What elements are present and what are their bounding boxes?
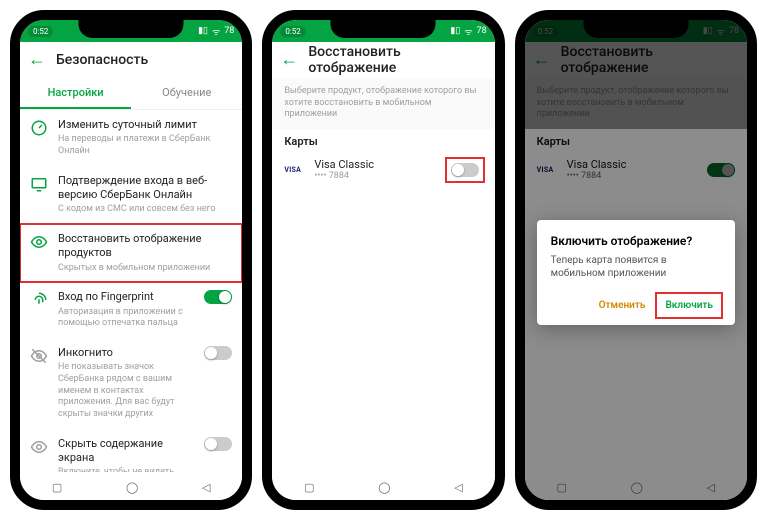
row-title: Изменить суточный лимит (58, 118, 232, 132)
app-bar: ← Восстановить отображение (272, 42, 494, 78)
wifi-icon: ᯤ (212, 25, 220, 38)
fingerprint-icon (30, 291, 48, 309)
row-title: Вход по Fingerprint (58, 290, 194, 304)
toggle-incognito[interactable] (204, 346, 232, 360)
row-subtitle: Скрытых в мобильном приложении (58, 263, 232, 275)
row-subtitle: На переводы и платежи в СберБанк Онлайн (58, 134, 232, 157)
row-hide-screen[interactable]: Скрыть содержание экрана Включите, чтобы… (20, 429, 242, 472)
toggle-fingerprint[interactable] (204, 290, 232, 304)
battery-icon: 78 (224, 26, 234, 36)
back-arrow-icon[interactable]: ← (28, 51, 46, 69)
eye-off-icon (30, 347, 48, 365)
signal-icon: ▮▯ (198, 26, 208, 36)
eye-icon (30, 233, 48, 251)
status-time: 0:52 (280, 26, 305, 37)
notch (331, 20, 436, 38)
phone-screen-3: 0:52 ▮▯ ᯤ 78 ← Восстановить отображение … (515, 10, 757, 510)
page-title: Восстановить отображение (308, 44, 486, 76)
confirm-button[interactable]: Включить (657, 294, 721, 317)
nav-back-icon[interactable]: ◁ (454, 481, 462, 494)
dialog-body: Теперь карта появится в мобильном прилож… (551, 254, 721, 280)
monitor-icon (30, 175, 48, 193)
dialog-title: Включить отображение? (551, 234, 721, 248)
row-incognito[interactable]: Инкогнито Не показывать значок СберБанка… (20, 338, 242, 429)
section-cards: Карты (272, 129, 494, 150)
row-title: Инкогнито (58, 346, 194, 360)
toggle-card-visibility[interactable] (451, 163, 479, 177)
signal-icon: ▮▯ (450, 26, 460, 36)
cancel-button[interactable]: Отменить (591, 294, 654, 317)
notch (79, 20, 184, 38)
row-restore-products[interactable]: Восстановить отображение продуктов Скрыт… (20, 224, 242, 282)
app-bar: ← Безопасность (20, 42, 242, 78)
row-subtitle: Не показывать значок СберБанка рядом с в… (58, 362, 194, 420)
nav-recent-icon[interactable]: ▢ (52, 481, 62, 494)
android-nav: ▢ ◯ ◁ (272, 474, 494, 500)
row-title: Восстановить отображение продуктов (58, 232, 232, 261)
row-title: Подтверждение входа в веб-версию СберБан… (58, 174, 232, 203)
card-number: •••• 7884 (314, 171, 436, 181)
row-subtitle: Авторизация в приложении с помощью отпеч… (58, 307, 194, 330)
nav-back-icon[interactable]: ◁ (202, 481, 210, 494)
status-time: 0:52 (28, 26, 53, 37)
highlight-box (447, 159, 483, 181)
card-name: Visa Classic (314, 158, 436, 171)
help-text: Выберите продукт, отображение которого в… (272, 78, 494, 129)
back-arrow-icon[interactable]: ← (280, 51, 298, 69)
android-nav: ▢ ◯ ◁ (20, 474, 242, 500)
row-daily-limit[interactable]: Изменить суточный лимит На переводы и пл… (20, 110, 242, 166)
row-title: Скрыть содержание экрана (58, 437, 194, 466)
row-subtitle: Включите, чтобы не видеть содержание экр… (58, 467, 194, 472)
phone-screen-2: 0:52 ▮▯ ᯤ 78 ← Восстановить отображение … (262, 10, 504, 510)
confirm-dialog: Включить отображение? Теперь карта появи… (537, 220, 735, 325)
phone-screen-1: 0:52 ▮▯ ᯤ 78 ← Безопасность Настройки Об… (10, 10, 252, 510)
notch (583, 20, 688, 38)
nav-recent-icon[interactable]: ▢ (304, 481, 314, 494)
row-fingerprint[interactable]: Вход по Fingerprint Авторизация в прилож… (20, 282, 242, 338)
nav-home-icon[interactable]: ◯ (126, 481, 138, 494)
row-web-confirm[interactable]: Подтверждение входа в веб-версию СберБан… (20, 166, 242, 224)
page-title: Безопасность (56, 52, 148, 68)
wifi-icon: ᯤ (464, 25, 472, 38)
gauge-icon (30, 119, 48, 137)
row-subtitle: С кодом из СМС или совсем без него (58, 204, 232, 216)
nav-home-icon[interactable]: ◯ (378, 481, 390, 494)
settings-list: Изменить суточный лимит На переводы и пл… (20, 110, 242, 472)
shield-eye-icon (30, 438, 48, 456)
tab-settings[interactable]: Настройки (20, 78, 131, 109)
visa-brand-icon: VISA (284, 166, 304, 174)
tab-learning[interactable]: Обучение (131, 78, 242, 109)
battery-icon: 78 (477, 26, 487, 36)
tabs: Настройки Обучение (20, 78, 242, 110)
card-row[interactable]: VISA Visa Classic •••• 7884 (272, 150, 494, 189)
toggle-hide-screen[interactable] (204, 437, 232, 451)
